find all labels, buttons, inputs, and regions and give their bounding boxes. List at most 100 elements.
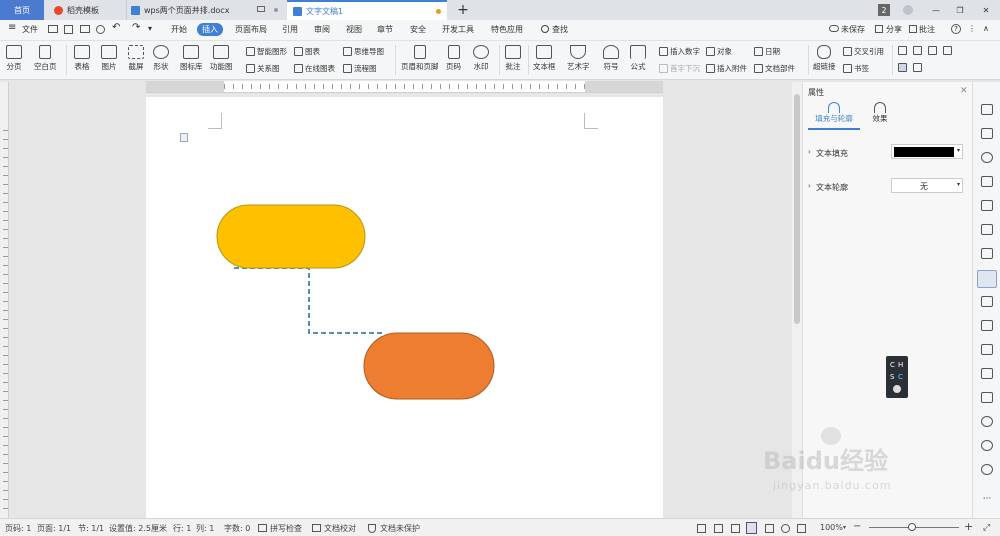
more-icon[interactable]: ⋮ [968, 24, 976, 33]
insert-number-button[interactable]: 插入数字 [659, 46, 700, 57]
save-icon[interactable] [64, 25, 73, 34]
text-outline-select[interactable]: 无 ▾ [891, 178, 963, 193]
layout-option-icon[interactable] [913, 63, 922, 72]
smart-art-button[interactable]: 智能图形 [246, 46, 287, 57]
dual-page-icon[interactable] [714, 524, 723, 533]
search-icon[interactable] [541, 25, 549, 33]
art-text-button[interactable]: 艺术字 [567, 45, 590, 72]
cross-ref-button[interactable]: 交叉引用 [843, 46, 884, 57]
picture-button[interactable]: 图片 [101, 45, 117, 72]
menu-search[interactable]: 查找 [552, 24, 568, 35]
doc-proof-icon[interactable] [312, 524, 321, 532]
web-view-icon[interactable] [781, 524, 790, 533]
status-setting-value[interactable]: 设置值: 2.5厘米 [109, 523, 167, 534]
watermark-button[interactable]: 水印 [473, 45, 489, 72]
vertical-ruler[interactable] [0, 82, 9, 518]
doc-proof-button[interactable]: 文档校对 [324, 523, 356, 534]
doc-protection-status[interactable]: 文档未保护 [380, 523, 420, 534]
bar-chart-icon[interactable] [981, 248, 993, 259]
spell-check-button[interactable]: 拼写检查 [270, 523, 302, 534]
menu-tab-review[interactable]: 审阅 [314, 24, 330, 35]
preview-icon[interactable] [96, 25, 105, 34]
panel-close-icon[interactable]: ✕ [960, 86, 968, 96]
fullscreen-icon[interactable]: ⤢ [983, 523, 990, 533]
annotation-button[interactable]: 批注 [505, 45, 521, 72]
menu-tab-view[interactable]: 视图 [346, 24, 362, 35]
menu-file[interactable]: 文件 [22, 24, 38, 35]
comment-button[interactable]: 批注 [919, 24, 935, 35]
status-column[interactable]: 列: 1 [196, 523, 214, 534]
table-grid-icon[interactable] [981, 224, 993, 235]
table-button[interactable]: 表格 [74, 45, 90, 72]
online-chart-button[interactable]: 在线图表 [294, 63, 335, 74]
zoom-out-button[interactable]: − [853, 521, 861, 532]
menu-tab-insert[interactable]: 插入 [197, 23, 223, 36]
collapse-ribbon-icon[interactable]: ∧ [983, 24, 989, 33]
icon-library-button[interactable]: 图标库 [180, 45, 203, 72]
sliders-icon[interactable] [977, 270, 997, 288]
effect-tab[interactable]: 效果 [865, 100, 895, 130]
history-icon[interactable] [981, 440, 993, 451]
help-circle-icon[interactable] [981, 464, 993, 475]
share-link-icon[interactable] [981, 344, 993, 355]
page-break-button[interactable]: 分页 [6, 45, 22, 72]
symbol-button[interactable]: 符号 [603, 45, 619, 72]
zoom-slider-thumb[interactable] [908, 523, 916, 531]
doc-part-button[interactable]: 文档部件 [754, 63, 795, 74]
bottom-rounded-shape[interactable] [363, 332, 495, 400]
screenshot-button[interactable]: 截屏 [128, 45, 144, 72]
formula-button[interactable]: 公式 [630, 45, 646, 72]
tab-home[interactable]: 首页 [0, 0, 44, 20]
redo-icon[interactable]: ↷ [132, 22, 140, 33]
zoom-dropdown-icon[interactable]: ▾ [843, 524, 846, 531]
scroll-thumb[interactable] [794, 94, 800, 324]
status-pages[interactable]: 页面: 1/1 [37, 523, 71, 534]
hamburger-icon[interactable]: ≡ [8, 22, 16, 33]
text-fill-color-picker[interactable]: ▾ [891, 144, 963, 159]
draft-view-icon[interactable] [797, 524, 806, 533]
new-tab-button[interactable]: + [455, 0, 471, 20]
more-options-icon[interactable]: ··· [981, 494, 993, 505]
unsaved-status[interactable]: 未保存 [841, 24, 865, 35]
picture-panel-icon[interactable] [981, 296, 993, 307]
menu-tab-devtools[interactable]: 开发工具 [442, 24, 474, 35]
location-icon[interactable] [981, 152, 993, 163]
maximize-icon[interactable]: ❐ [954, 0, 966, 20]
share-button[interactable]: 分享 [886, 24, 902, 35]
read-mode-icon[interactable] [731, 524, 740, 533]
menu-tab-home[interactable]: 开始 [171, 24, 187, 35]
status-row[interactable]: 行: 1 [173, 523, 191, 534]
layout-option-icon[interactable] [898, 46, 907, 55]
layout-option-icon[interactable] [913, 46, 922, 55]
status-word-count[interactable]: 字数: 0 [224, 523, 250, 534]
horizontal-ruler[interactable] [146, 81, 663, 93]
help-icon[interactable]: ? [951, 24, 961, 34]
fill-outline-tab[interactable]: 填充与轮廓 [808, 100, 860, 130]
layout-option-icon[interactable] [898, 63, 907, 72]
function-chart-button[interactable]: 功能图 [210, 45, 233, 72]
tab-doc-1[interactable]: wps两个页面并排.docx [126, 0, 286, 20]
share-icon[interactable] [875, 25, 883, 33]
monitor-icon[interactable] [257, 6, 265, 12]
object-button[interactable]: 对象 [706, 46, 732, 57]
layers-icon[interactable] [981, 368, 993, 379]
menu-tab-security[interactable]: 安全 [410, 24, 426, 35]
attachment-button[interactable]: 插入附件 [706, 63, 747, 74]
relation-chart-button[interactable]: 关系图 [246, 63, 280, 74]
window-count-badge[interactable]: 2 [878, 4, 890, 16]
status-section[interactable]: 节: 1/1 [78, 523, 104, 534]
tab-doc-2[interactable]: 文字文稿1 [287, 0, 447, 20]
shape-button[interactable]: 形状 [153, 45, 169, 72]
elbow-connector[interactable] [234, 267, 382, 334]
outline-view-icon[interactable] [765, 524, 774, 533]
header-footer-button[interactable]: 页眉和页脚 [401, 45, 439, 72]
text-fill-expand-icon[interactable]: › [808, 148, 811, 156]
hyperlink-button[interactable]: 超链接 [813, 45, 836, 72]
chart-button[interactable]: 图表 [294, 46, 320, 57]
pen-icon[interactable] [981, 104, 993, 115]
page-number-button[interactable]: 页码 [446, 45, 461, 72]
backup-icon[interactable] [981, 416, 993, 427]
menu-tab-features[interactable]: 特色应用 [491, 24, 523, 35]
layout-option-icon[interactable] [928, 46, 937, 55]
print-icon[interactable] [80, 25, 90, 33]
